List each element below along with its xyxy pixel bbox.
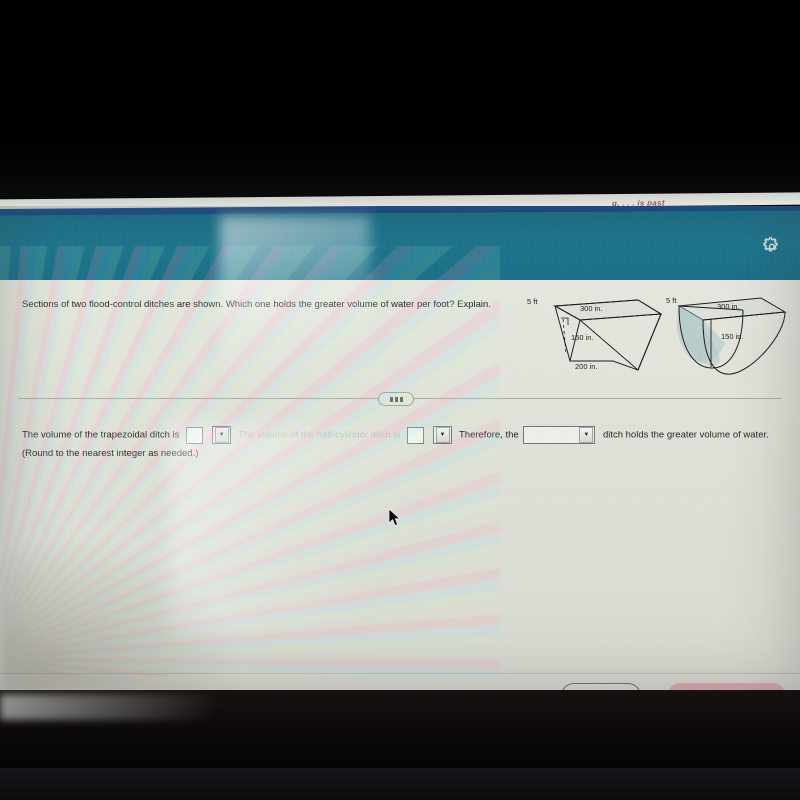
handle-dot (389, 396, 393, 402)
bezel-glare (0, 694, 300, 720)
answer-input-2[interactable] (406, 426, 424, 444)
answer-entry-area: The volume of the trapezoidal ditch is ▼… (22, 426, 782, 462)
figures-group: 5 ft 300 in. 150 in. 200 in. 5 ft 300 in… (525, 288, 795, 388)
trapezoid-height-label: 150 in. (571, 333, 594, 342)
divider-expand-handle[interactable] (378, 392, 414, 406)
answer-unit-dropdown-1[interactable]: ▼ (211, 426, 231, 444)
answer-choice-dropdown-3[interactable]: ▼ (523, 426, 596, 444)
answer-part1-label: The volume of the trapezoidal ditch is (22, 429, 180, 441)
rounding-note: (Round to the nearest integer as needed.… (22, 448, 199, 459)
answer-unit-dropdown-2[interactable]: ▼ (432, 426, 452, 444)
chevron-down-icon: ▼ (435, 427, 450, 443)
halfcylinder-depth-label: 5 ft (666, 296, 677, 305)
halfcylinder-top-label: 300 in. (717, 302, 740, 311)
halfcylinder-radius-label: 150 in. (721, 332, 744, 341)
trapezoid-bottom-label: 200 in. (575, 362, 598, 371)
chevron-down-icon: ▼ (579, 427, 594, 443)
handle-dot (399, 396, 403, 402)
laptop-bezel-top (0, 0, 800, 206)
laptop-screen-photo: g. . . . is past Sections of two flood-c… (0, 0, 800, 800)
answer-input-1[interactable] (186, 426, 204, 444)
answer-part3-label: Therefore, the (458, 429, 519, 441)
handle-dot (394, 396, 398, 402)
question-content-area: Sections of two flood-control ditches ar… (0, 280, 800, 693)
gear-icon[interactable] (760, 235, 783, 258)
screen-content: Sections of two flood-control ditches ar… (0, 206, 800, 693)
trapezoid-top-label: 300 in. (580, 304, 603, 313)
app-header-bar (0, 210, 800, 288)
chevron-down-icon: ▼ (214, 427, 229, 443)
answer-part2-label: The volume of the half-cylinder ditch is (238, 429, 401, 441)
answer-part4-label: ditch holds the greater volume of water. (602, 429, 769, 441)
trapezoid-depth-label: 5 ft (527, 297, 538, 306)
question-text: Sections of two flood-control ditches ar… (22, 299, 491, 310)
trapezoidal-ditch-figure (553, 299, 663, 371)
